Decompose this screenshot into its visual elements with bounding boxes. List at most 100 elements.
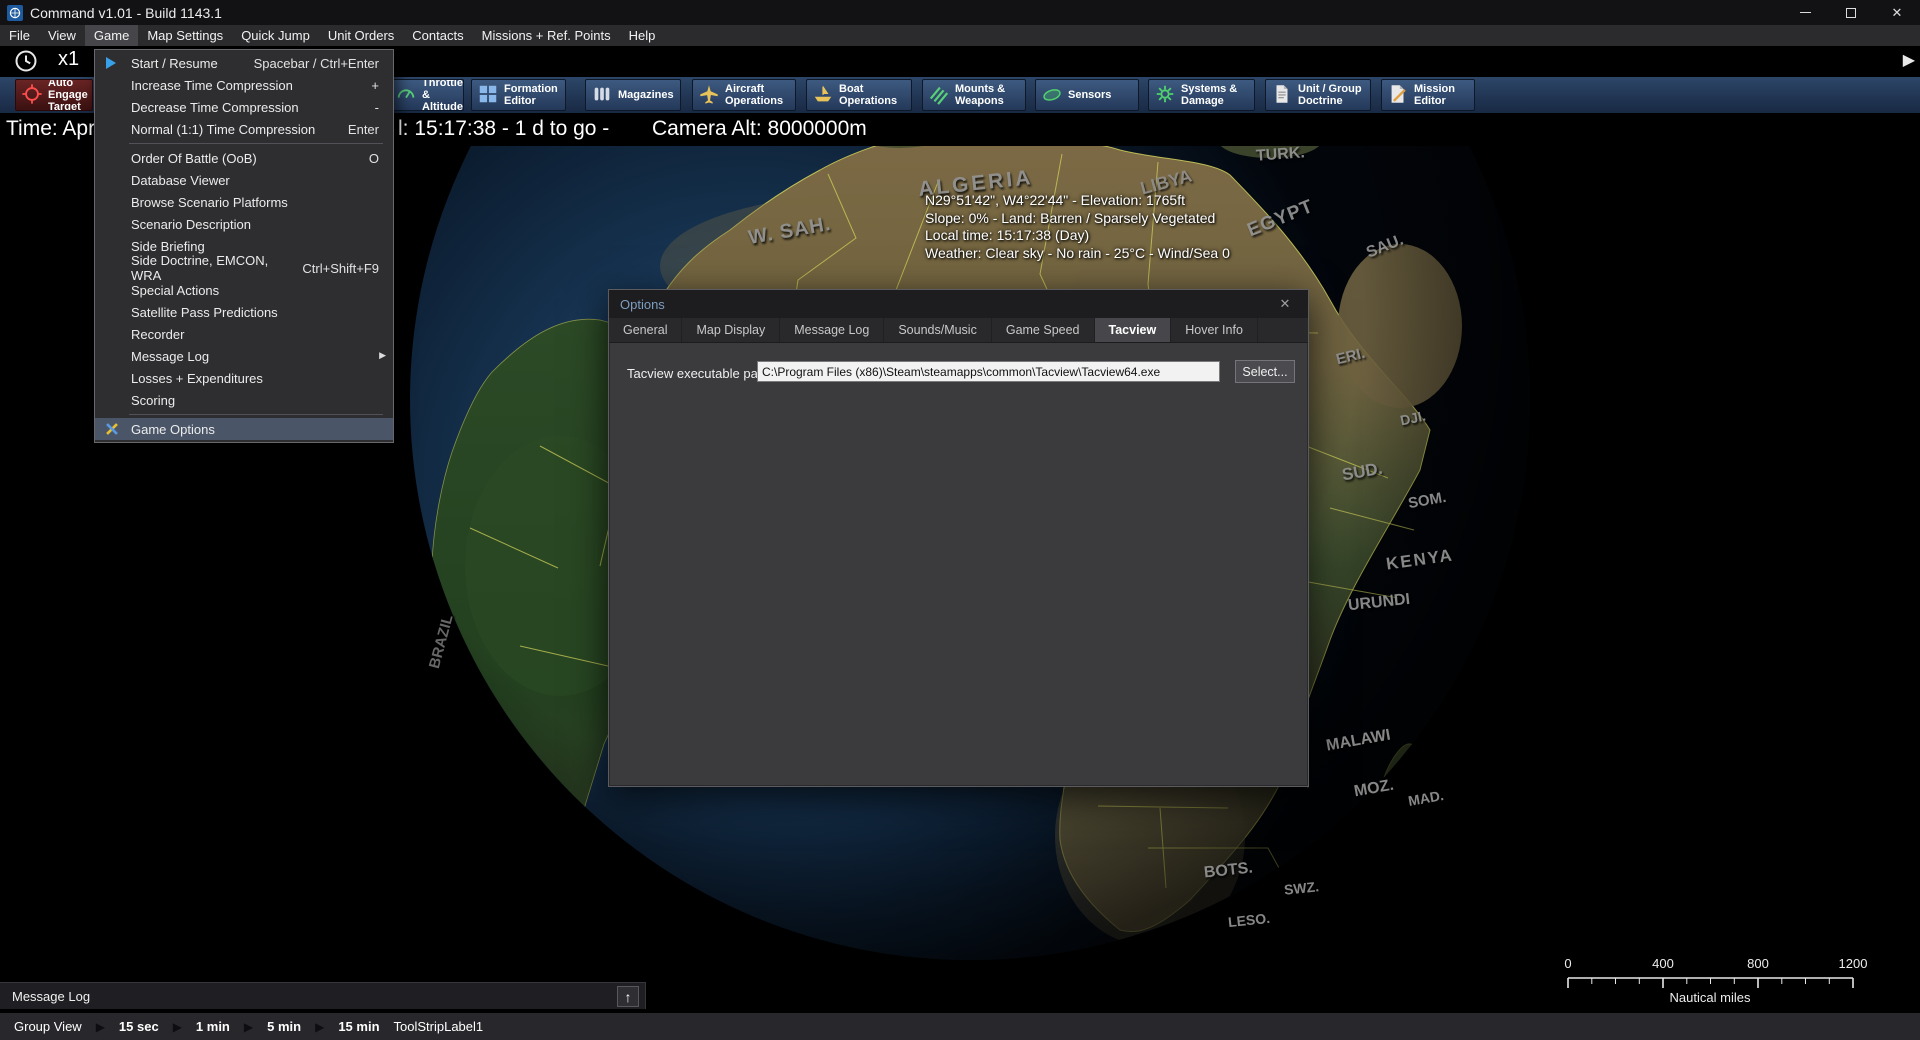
scale-tick-label: 1200: [1839, 956, 1868, 971]
time-step-15min[interactable]: 15 min: [338, 1019, 379, 1034]
time-step-1min[interactable]: 1 min: [196, 1019, 230, 1034]
shortcut: O: [351, 151, 379, 166]
scenario-time-left: Time: Apr: [6, 117, 95, 141]
menu-separator: [129, 414, 383, 415]
bottom-status-bar: Group View ▶ 15 sec ▶ 1 min ▶ 5 min ▶ 15…: [0, 1013, 1920, 1040]
tacview-path-input[interactable]: [757, 361, 1220, 382]
throttle-altitude-button[interactable]: Throttle &Altitude: [389, 79, 464, 111]
menu-item-special-actions[interactable]: Special Actions: [95, 279, 393, 301]
menu-quick-jump[interactable]: Quick Jump: [232, 25, 319, 46]
window-controls: ✕: [1782, 0, 1920, 25]
menu-item-message-log[interactable]: Message Log ▶: [95, 345, 393, 367]
toolstrip-label: ToolStripLabel1: [394, 1019, 484, 1034]
menu-item-recorder[interactable]: Recorder: [95, 323, 393, 345]
options-tab-content: Tacview executable path: Select...: [609, 343, 1308, 786]
menu-item-decrease-time-compression[interactable]: Decrease Time Compression -: [95, 96, 393, 118]
menu-separator: [129, 143, 383, 144]
menu-item-browse-scenario-platforms[interactable]: Browse Scenario Platforms: [95, 191, 393, 213]
weather-info: Weather: Clear sky - No rain - 25°C - Wi…: [925, 245, 1230, 263]
tab-sounds-music[interactable]: Sounds/Music: [884, 318, 992, 342]
time-step-15sec[interactable]: 15 sec: [119, 1019, 159, 1034]
close-button[interactable]: ✕: [1874, 0, 1920, 25]
gauge-icon: [395, 83, 417, 108]
tab-tacview[interactable]: Tacview: [1095, 318, 1172, 342]
scenario-time-mid: l: 15:17:38 - 1 d to go -: [398, 117, 609, 141]
step-arrow-icon: ▶: [96, 1020, 105, 1034]
message-log-expand-button[interactable]: ↑: [617, 986, 639, 1007]
options-dialog-titlebar[interactable]: Options ✕: [609, 290, 1308, 318]
step-arrow-icon: ▶: [315, 1020, 324, 1034]
magazines-button[interactable]: Magazines: [585, 79, 681, 111]
menu-missions-ref-points[interactable]: Missions + Ref. Points: [473, 25, 620, 46]
message-log-title: Message Log: [12, 989, 90, 1004]
menu-file[interactable]: File: [0, 25, 39, 46]
menu-item-scenario-description[interactable]: Scenario Description: [95, 213, 393, 235]
tab-game-speed[interactable]: Game Speed: [992, 318, 1095, 342]
magazines-icon: [591, 83, 613, 108]
menu-item-satellite-pass-predictions[interactable]: Satellite Pass Predictions: [95, 301, 393, 323]
maximize-button[interactable]: [1828, 0, 1874, 25]
tab-general[interactable]: General: [609, 318, 682, 342]
shortcut: Ctrl+Shift+F9: [284, 261, 379, 276]
time-compression-value: x1: [58, 48, 79, 71]
minimize-button[interactable]: [1782, 0, 1828, 25]
boat-operations-button[interactable]: BoatOperations: [806, 79, 912, 111]
tab-hover-info[interactable]: Hover Info: [1171, 318, 1258, 342]
message-log-panel: Message Log ↑: [0, 982, 646, 1009]
sensors-button[interactable]: Sensors: [1035, 79, 1139, 111]
time-step-5min[interactable]: 5 min: [267, 1019, 301, 1034]
group-view-button[interactable]: Group View: [14, 1019, 82, 1034]
shortcut: -: [357, 100, 379, 115]
step-arrow-icon: ▶: [244, 1020, 253, 1034]
document-pencil-icon: [1387, 83, 1409, 108]
menubar: File View Game Map Settings Quick Jump U…: [0, 25, 1920, 46]
shortcut: +: [353, 78, 379, 93]
tacview-path-label: Tacview executable path:: [627, 366, 772, 381]
gear-icon: [1154, 83, 1176, 108]
menu-item-losses-expenditures[interactable]: Losses + Expenditures: [95, 367, 393, 389]
maximize-icon: [1846, 8, 1856, 18]
clock-icon[interactable]: [14, 49, 39, 79]
select-path-button[interactable]: Select...: [1235, 360, 1295, 383]
menu-item-game-options[interactable]: Game Options: [95, 418, 393, 440]
menu-item-normal-time-compression[interactable]: Normal (1:1) Time Compression Enter: [95, 118, 393, 140]
auto-engage-target-button[interactable]: Auto EngageTarget: [15, 79, 93, 111]
menu-view[interactable]: View: [39, 25, 85, 46]
scale-caption: Nautical miles: [1670, 990, 1751, 1005]
menu-item-scoring[interactable]: Scoring: [95, 389, 393, 411]
unit-group-doctrine-button[interactable]: Unit / GroupDoctrine: [1265, 79, 1371, 111]
cursor-info-block: N29°51'42", W4°22'44" - Elevation: 1765f…: [925, 192, 1230, 262]
close-icon: ✕: [1892, 5, 1903, 21]
aircraft-operations-button[interactable]: AircraftOperations: [692, 79, 796, 111]
menu-map-settings[interactable]: Map Settings: [138, 25, 232, 46]
menu-help[interactable]: Help: [620, 25, 665, 46]
up-arrow-icon: ↑: [625, 989, 632, 1005]
mounts-weapons-button[interactable]: Mounts &Weapons: [922, 79, 1026, 111]
options-dialog-title: Options: [620, 297, 665, 312]
menu-unit-orders[interactable]: Unit Orders: [319, 25, 403, 46]
stripes-icon: [928, 83, 950, 108]
document-icon: [1271, 83, 1293, 108]
app-icon: [7, 5, 23, 21]
local-time: Local time: 15:17:38 (Day): [925, 227, 1230, 245]
game-menu-dropdown: Start / Resume Spacebar / Ctrl+Enter Inc…: [94, 49, 394, 443]
terrain-info: Slope: 0% - Land: Barren / Sparsely Vege…: [925, 210, 1230, 228]
titlebar: Command v1.01 - Build 1143.1 ✕: [0, 0, 1920, 25]
boat-icon: [812, 83, 834, 108]
menu-item-increase-time-compression[interactable]: Increase Time Compression +: [95, 74, 393, 96]
menu-game[interactable]: Game: [85, 25, 138, 46]
formation-editor-button[interactable]: FormationEditor: [471, 79, 566, 111]
menu-item-database-viewer[interactable]: Database Viewer: [95, 169, 393, 191]
options-close-button[interactable]: ✕: [1273, 296, 1297, 312]
systems-damage-button[interactable]: Systems &Damage: [1148, 79, 1255, 111]
tab-message-log[interactable]: Message Log: [780, 318, 884, 342]
mission-editor-button[interactable]: MissionEditor: [1381, 79, 1475, 111]
map-scale-ruler: 0 400 800 1200 Nautical miles: [1560, 956, 1870, 1006]
menu-item-side-doctrine-emcon-wra[interactable]: Side Doctrine, EMCON, WRA Ctrl+Shift+F9: [95, 257, 393, 279]
menu-item-start-resume[interactable]: Start / Resume Spacebar / Ctrl+Enter: [95, 52, 393, 74]
menu-contacts[interactable]: Contacts: [403, 25, 472, 46]
aircraft-icon: [698, 83, 720, 108]
menu-item-order-of-battle[interactable]: Order Of Battle (OoB) O: [95, 147, 393, 169]
tab-map-display[interactable]: Map Display: [682, 318, 780, 342]
right-panel-expand-icon[interactable]: ▶: [1903, 50, 1915, 70]
